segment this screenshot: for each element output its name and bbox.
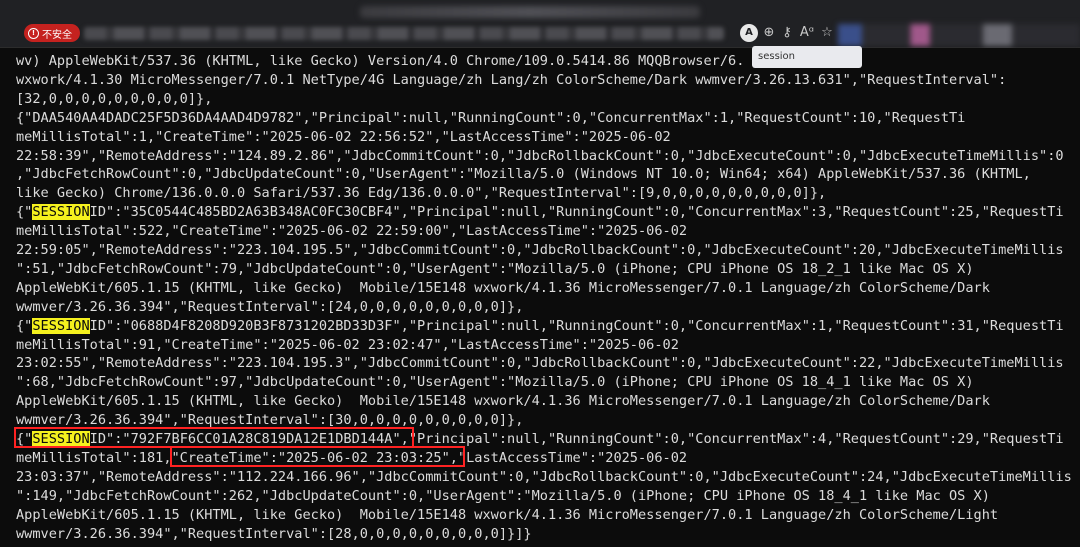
console-line: ":51,"JdbcFetchRowCount":79,"JdbcUpdateC… — [16, 260, 974, 279]
line-text: 22:59:05","RemoteAddress":"223.104.195.5… — [16, 242, 1064, 258]
line-text: {" — [16, 431, 33, 447]
console-line: meMillisTotal":91,"CreateTime":"2025-06-… — [16, 336, 679, 355]
console-line: [32,0,0,0,0,0,0,0,0,0]}, — [16, 90, 212, 109]
line-text: ID":"35C0544C485BD2A63B348AC0FC30CBF4","… — [89, 204, 1064, 221]
console-line: {"SESSIONID":"0688D4F8208D920B3F8731202B… — [16, 317, 1064, 336]
line-text: ID":"0688D4F8208D920B3F8731202BD33D3F","… — [89, 317, 1064, 334]
line-text: ":68,"JdbcFetchRowCount":97,"JdbcUpdateC… — [16, 374, 974, 391]
console-line: AppleWebKit/605.1.15 (KHTML, like Gecko)… — [16, 506, 998, 525]
console-line: {"DAA540AA4DADC25F5D36DA4AAD4D9782","Pri… — [16, 109, 965, 128]
console-line: ,"JdbcFetchRowCount":0,"JdbcUpdateCount"… — [16, 165, 1031, 184]
console-line: wv) AppleWebKit/537.36 (KHTML, like Geck… — [16, 52, 744, 71]
line-text: wxwork/4.1.30 MicroMessenger/7.0.1 NetTy… — [16, 71, 1007, 88]
line-text: ":149,"JdbcFetchRowCount":262,"JdbcUpdat… — [16, 487, 990, 504]
line-text: wwmver/3.26.36.394","RequestInterval":[3… — [16, 412, 524, 429]
console-line: AppleWebKit/605.1.15 (KHTML, like Gecko)… — [16, 279, 990, 298]
translate-icon[interactable]: A — [740, 24, 758, 42]
console-line: wwmver/3.26.36.394","RequestInterval":[2… — [16, 298, 523, 317]
console-line: {"SESSIONID":"35C0544C485BD2A63B348AC0FC… — [16, 203, 1064, 222]
line-text: meMillisTotal":522,"CreateTime":"2025-06… — [16, 223, 688, 240]
console-line: 23:03:37","RemoteAddress":"112.224.166.9… — [16, 468, 1072, 487]
security-indicator[interactable]: ! 不安全 — [24, 24, 80, 42]
line-text: AppleWebKit/605.1.15 (KHTML, like Gecko)… — [16, 393, 990, 410]
line-text: wwmver/3.26.36.394","RequestInterval":[2… — [16, 525, 532, 542]
line-text: 23:02:55","RemoteAddress":"223.104.195.3… — [16, 355, 1064, 372]
key-icon[interactable]: ⚷ — [778, 24, 796, 42]
console-line: {"SESSIONID":"792F7BF6CC01A28C819DA12E1D… — [16, 430, 1064, 449]
line-text: AppleWebKit/605.1.15 (KHTML, like Gecko)… — [16, 279, 990, 296]
browser-toolbar: ! 不安全 A ⊕ ⚷ Aᵅ ☆ — [0, 0, 1080, 48]
line-text: meMillisTotal":1,"CreateTime":"2025-06-0… — [16, 128, 671, 145]
security-label: 不安全 — [42, 29, 72, 41]
console-line: meMillisTotal":522,"CreateTime":"2025-06… — [16, 222, 687, 241]
line-text: meMillisTotal":181,"CreateTime":"2025-06… — [16, 449, 688, 466]
console-line: AppleWebKit/605.1.15 (KHTML, like Gecko)… — [16, 392, 990, 411]
zoom-icon[interactable]: ⊕ — [760, 24, 778, 42]
search-match-highlight: SESSION — [32, 204, 90, 221]
console-line: like Gecko) Chrome/136.0.0.0 Safari/537.… — [16, 184, 826, 203]
line-text: wwmver/3.26.36.394","RequestInterval":[2… — [16, 298, 524, 315]
line-text: {" — [16, 317, 33, 334]
line-text: meMillisTotal":91,"CreateTime":"2025-06-… — [16, 336, 679, 353]
line-text: 22:58:39","RemoteAddress":"124.89.2.86",… — [16, 147, 1064, 164]
console-line: ":149,"JdbcFetchRowCount":262,"JdbcUpdat… — [16, 487, 990, 506]
favorite-star-icon[interactable]: ☆ — [818, 24, 836, 42]
console-line: ":68,"JdbcFetchRowCount":97,"JdbcUpdateC… — [16, 373, 974, 392]
console-line: meMillisTotal":1,"CreateTime":"2025-06-0… — [16, 128, 671, 147]
line-text: like Gecko) Chrome/136.0.0.0 Safari/537.… — [16, 185, 827, 202]
console-line: 23:02:55","RemoteAddress":"223.104.195.3… — [16, 354, 1064, 373]
warning-icon: ! — [28, 27, 39, 39]
console-line: 22:58:39","RemoteAddress":"124.89.2.86",… — [16, 147, 1064, 166]
line-text: ID":"792F7BF6CC01A28C819DA12E1DBD144A","… — [89, 431, 1064, 447]
address-bar-blurred[interactable] — [84, 27, 724, 40]
line-text: ,"JdbcFetchRowCount":0,"JdbcUpdateCount"… — [16, 166, 1031, 183]
line-text: [32,0,0,0,0,0,0,0,0,0]}, — [16, 90, 213, 107]
search-match-highlight: SESSION — [32, 317, 90, 334]
read-aloud-icon[interactable]: Aᵅ — [798, 24, 816, 42]
console-line: meMillisTotal":181,"CreateTime":"2025-06… — [16, 449, 687, 468]
console-line: 22:59:05","RemoteAddress":"223.104.195.5… — [16, 241, 1064, 260]
page-text-content: wv) AppleWebKit/537.36 (KHTML, like Geck… — [0, 48, 1080, 547]
line-text: {" — [16, 109, 33, 126]
console-line: wxwork/4.1.30 MicroMessenger/7.0.1 NetTy… — [16, 71, 1006, 90]
search-match-highlight: SESSION — [32, 431, 90, 447]
line-text: wv) AppleWebKit/537.36 (KHTML, like Geck… — [16, 53, 745, 69]
blurred-tab-strip — [360, 6, 700, 18]
blurred-extensions — [838, 24, 1080, 46]
line-text: DAA540AA4DADC25F5D36DA4AAD4D9782","Princ… — [32, 109, 966, 126]
find-in-page-box[interactable]: session — [752, 46, 862, 68]
line-text: AppleWebKit/605.1.15 (KHTML, like Gecko)… — [16, 506, 999, 523]
console-line: wwmver/3.26.36.394","RequestInterval":[3… — [16, 411, 523, 430]
line-text: ":51,"JdbcFetchRowCount":79,"JdbcUpdateC… — [16, 260, 974, 277]
line-text: 23:03:37","RemoteAddress":"112.224.166.9… — [16, 468, 1072, 485]
line-text: {" — [16, 204, 33, 221]
console-line: wwmver/3.26.36.394","RequestInterval":[2… — [16, 525, 532, 544]
